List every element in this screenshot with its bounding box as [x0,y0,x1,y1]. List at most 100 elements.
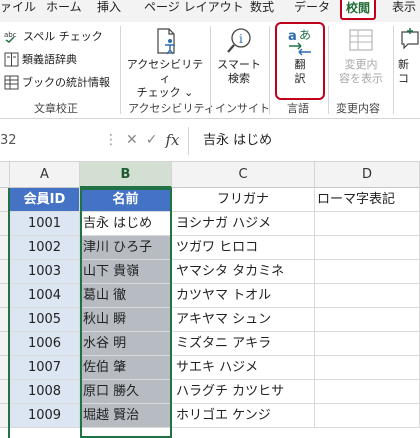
accessibility-label-line1: アクセシビリティ [126,58,204,85]
name-cell[interactable]: 堀越 賢治 [80,404,172,428]
thesaurus-button[interactable]: 類義語辞典 [4,51,77,67]
member-id-cell[interactable]: 1008 [10,380,80,404]
romaji-cell[interactable] [315,212,420,236]
member-id-cell[interactable]: 1003 [10,260,80,284]
accessibility-check-icon [157,28,175,55]
member-id-cell[interactable]: 1006 [10,332,80,356]
group-divider [269,26,270,114]
name-cell[interactable]: 葛山 徹 [80,284,172,308]
furigana-cell[interactable]: ヨシナガ ハジメ [172,212,315,236]
proofing-group-label: 文章校正 [34,102,78,115]
furigana-cell[interactable]: ミズタニ アキラ [172,332,315,356]
member-id-cell[interactable]: 1002 [10,236,80,260]
romaji-cell[interactable] [315,260,420,284]
statistics-icon [4,75,19,89]
enter-icon[interactable]: ✓ [146,132,158,148]
member-id-cell[interactable]: 1009 [10,404,80,428]
thesaurus-label: 類義語辞典 [22,53,77,66]
smart-lookup-label-line1: スマート [217,58,261,71]
accessibility-label-line2: チェック ⌄ [136,86,194,99]
column-header-a[interactable]: A [10,162,80,188]
spell-check-label: スペル チェック [23,30,103,43]
romaji-cell[interactable] [315,332,420,356]
member-id-cell[interactable]: 1005 [10,308,80,332]
spell-check-icon: abc [4,31,17,43]
header-cell-name[interactable]: 名前 [80,188,172,212]
formula-controls: ⋮ ✕ ✓ fx [104,131,179,149]
show-changes-button[interactable]: 変更内 容を表示 [333,26,389,86]
column-header-c[interactable]: C [172,162,315,188]
column-header-d[interactable]: D [315,162,420,188]
romaji-cell[interactable] [315,356,420,380]
spell-check-button[interactable]: abc スペル チェック [4,28,103,44]
column-header-b[interactable]: B [80,162,172,188]
vertical-dots-icon: ⋮ [104,132,118,148]
furigana-cell[interactable]: ハラグチ カツヒサ [172,380,315,404]
furigana-cell[interactable]: サエキ ハジメ [172,356,315,380]
svg-text:abc: abc [4,31,17,39]
name-cell[interactable]: 山下 貴嶺 [80,260,172,284]
new-comment-icon [401,28,419,50]
name-box[interactable]: 32 [0,130,95,152]
tab-review[interactable]: 校閲 [340,0,377,20]
furigana-cell[interactable]: カツヤマ トオル [172,284,315,308]
member-id-cell[interactable]: 1007 [10,356,80,380]
cancel-icon[interactable]: ✕ [126,132,138,148]
romaji-cell[interactable] [315,380,420,404]
accessibility-group-label: アクセシビリティ [128,102,215,115]
translate-label-line1: 翻 [294,58,306,71]
svg-text:i: i [239,32,243,46]
check-accessibility-button[interactable]: アクセシビリティ チェック ⌄ [125,26,205,100]
translate-label-line2: 訳 [294,72,306,85]
member-id-cell[interactable]: 1001 [10,212,80,236]
insights-group-label: インサイト [215,102,270,115]
insert-function-button[interactable]: fx [165,131,179,149]
name-cell[interactable]: 水谷 明 [80,332,172,356]
smart-lookup-label-line2: 検索 [228,72,250,85]
tab-data[interactable]: データ [294,0,330,20]
group-divider [120,26,121,114]
romaji-cell[interactable] [315,284,420,308]
furigana-cell[interactable]: ホリゴエ ケンジ [172,404,315,428]
svg-text:あ: あ [299,28,311,42]
smart-lookup-button[interactable]: i スマート 検索 [214,26,264,86]
tab-file[interactable]: ァイル [0,0,36,20]
romaji-cell[interactable] [315,404,420,428]
tab-formulas[interactable]: 数式 [250,0,274,20]
formula-bar: 32 ⋮ ✕ ✓ fx 吉永 はじめ [0,119,420,162]
group-divider [328,26,329,114]
header-cell-member-id[interactable]: 会員ID [10,188,80,212]
workbook-statistics-label: ブックの統計情報 [22,76,110,89]
new-comment-button[interactable]: 新 コ [398,26,420,86]
romaji-cell[interactable] [315,308,420,332]
member-id-cell[interactable]: 1004 [10,284,80,308]
romaji-cell[interactable] [315,236,420,260]
show-changes-label-line1: 変更内 [344,58,378,71]
name-cell[interactable]: 秋山 瞬 [80,308,172,332]
header-cell-romaji[interactable]: ローマ字表記 [315,188,420,212]
name-cell-active[interactable]: 吉永 はじめ [80,212,172,236]
workbook-statistics-button[interactable]: ブックの統計情報 [4,74,110,90]
furigana-cell[interactable]: アキヤマ シュン [172,308,315,332]
tab-view[interactable]: 表示 [392,0,416,20]
svg-text:a: a [288,29,297,44]
translate-icon: a あ [288,28,311,56]
furigana-cell[interactable]: ツガワ ヒロコ [172,236,315,260]
name-cell[interactable]: 津川 ひろ子 [80,236,172,260]
tab-page-layout[interactable]: ページ レイアウト [144,0,244,20]
furigana-cell[interactable]: ヤマシタ タカミネ [172,260,315,284]
tab-insert[interactable]: 挿入 [97,0,121,20]
smart-lookup-icon: i [227,28,251,53]
show-changes-icon [349,29,373,51]
translate-button[interactable]: a あ 翻 訳 [275,22,325,100]
name-cell[interactable]: 佐伯 肇 [80,356,172,380]
header-cell-furigana[interactable]: フリガナ [172,188,315,212]
name-cell[interactable]: 原口 勝久 [80,380,172,404]
group-divider [393,26,394,114]
worksheet-grid: A B C D 会員ID 名前 フリガナ ローマ字表記 1001 吉永 はじめ … [0,162,420,438]
select-all-corner[interactable] [0,162,10,188]
tab-home[interactable]: ホーム [46,0,82,20]
formula-input[interactable]: 吉永 はじめ [188,127,420,155]
ribbon: abc スペル チェック 類義語辞典 ブックの統計情報 文章校正 アクセシビリテ… [0,22,420,119]
thesaurus-icon [4,52,19,66]
